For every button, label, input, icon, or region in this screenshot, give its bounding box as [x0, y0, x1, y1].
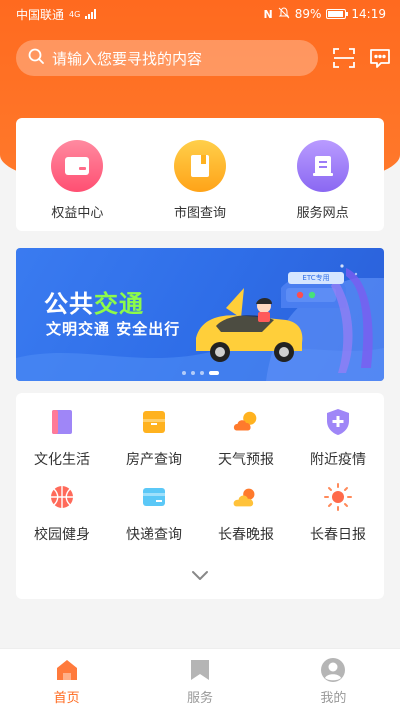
tab-home[interactable]: 首页: [0, 649, 133, 711]
bookmark-icon: [187, 657, 213, 683]
service-nearby-epidemic[interactable]: 附近疫情: [292, 403, 384, 478]
network-label: 4G: [69, 9, 81, 19]
banner-title: 公共交通: [44, 290, 144, 318]
quick-link-label: 权益中心: [51, 206, 104, 221]
house-icon: [139, 407, 169, 437]
tab-label: 我的: [320, 691, 347, 706]
service-label: 文化生活: [34, 452, 90, 468]
outlet-icon: [296, 140, 349, 192]
avatar-icon: [320, 657, 346, 683]
tab-label: 首页: [53, 691, 80, 706]
status-bar: 中国联通 4G N 89% 14:19: [0, 0, 400, 28]
search-placeholder: 请输入您要寻找的内容: [52, 49, 203, 68]
carousel-dot: [190, 371, 195, 375]
shield-plus-icon: [323, 407, 353, 437]
bottom-tab-bar: 首页 服务 我的: [0, 648, 400, 711]
battery-percent: 89%: [294, 7, 322, 21]
service-campus-fitness[interactable]: 校园健身: [16, 478, 108, 553]
quick-link-label: 市图查询: [173, 206, 226, 221]
search-icon: [28, 48, 44, 68]
etc-sign: ETC专用: [288, 272, 344, 284]
service-label: 附近疫情: [310, 452, 366, 468]
book-icon: [173, 140, 226, 192]
quick-link-label: 服务网点: [296, 206, 349, 221]
card-icon: [51, 140, 104, 192]
service-express-search[interactable]: 快递查询: [108, 478, 200, 553]
clock: 14:19: [351, 7, 386, 21]
promo-banner[interactable]: ETC专用 公共交通 文明交通 安全出行: [16, 248, 384, 381]
service-label: 房产查询: [126, 452, 182, 468]
tab-services[interactable]: 服务: [133, 649, 266, 711]
tab-mine[interactable]: 我的: [267, 649, 400, 711]
home-icon: [54, 657, 80, 683]
basketball-icon: [47, 482, 77, 512]
expand-chevron-icon[interactable]: [190, 567, 210, 581]
weather-icon: [231, 407, 261, 437]
battery-icon: [326, 9, 349, 19]
nfc-icon: N: [263, 7, 273, 21]
service-weather[interactable]: 天气预报: [200, 403, 292, 478]
scan-icon[interactable]: [332, 46, 356, 70]
signal-icon: [85, 9, 97, 19]
service-changchun-evening[interactable]: 长春晚报: [200, 478, 292, 553]
culture-icon: [47, 407, 77, 437]
service-label: 校园健身: [34, 527, 90, 543]
quick-link-library-search[interactable]: 市图查询: [155, 140, 245, 231]
sun-news-icon: [323, 482, 353, 512]
service-label: 长春日报: [310, 527, 366, 543]
mute-icon: [278, 6, 290, 22]
service-changchun-daily[interactable]: 长春日报: [292, 478, 384, 553]
carousel-indicator: [16, 371, 384, 375]
quick-links-card: 权益中心 市图查询 服务网点: [16, 118, 384, 231]
search-input[interactable]: 请输入您要寻找的内容: [16, 40, 318, 76]
evening-news-icon: [231, 482, 261, 512]
carousel-dot: [199, 371, 204, 375]
quick-link-service-outlets[interactable]: 服务网点: [278, 140, 368, 231]
service-label: 天气预报: [218, 452, 274, 468]
quick-link-rights-center[interactable]: 权益中心: [32, 140, 122, 231]
services-card: 文化生活 房产查询 天气预报 附近疫情 校园健身 快递查询 长春晚报 长春日报: [16, 393, 384, 599]
service-property-search[interactable]: 房产查询: [108, 403, 200, 478]
carousel-dot: [181, 371, 186, 375]
tab-label: 服务: [186, 691, 213, 706]
carousel-dot-active: [208, 371, 219, 375]
package-icon: [139, 482, 169, 512]
message-icon[interactable]: [368, 46, 392, 70]
carrier-label: 中国联通: [16, 7, 65, 22]
banner-subtitle: 文明交通 安全出行: [46, 320, 181, 338]
service-label: 快递查询: [126, 527, 182, 543]
service-culture-life[interactable]: 文化生活: [16, 403, 108, 478]
service-label: 长春晚报: [218, 527, 274, 543]
